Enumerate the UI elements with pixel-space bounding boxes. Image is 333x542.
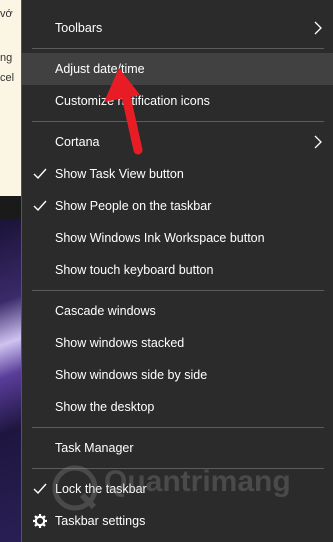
menu-item-show-windows-side-by-side[interactable]: Show windows side by side <box>22 359 333 391</box>
menu-item-task-manager[interactable]: Task Manager <box>22 432 333 464</box>
chevron-right-icon <box>314 135 322 149</box>
menu-item-customize-notification-icons[interactable]: Customize notification icons <box>22 85 333 117</box>
background-text-line: ng <box>0 52 13 64</box>
menu-item-show-task-view-button[interactable]: Show Task View button <box>22 158 333 190</box>
menu-separator <box>32 290 324 291</box>
menu-item-show-windows-stacked[interactable]: Show windows stacked <box>22 327 333 359</box>
menu-item-label: Adjust date/time <box>55 62 145 76</box>
checkmark-icon <box>33 200 47 212</box>
menu-item-show-people-on-taskbar[interactable]: Show People on the taskbar <box>22 190 333 222</box>
menu-item-cortana[interactable]: Cortana <box>22 126 333 158</box>
background-text-line: vớ <box>0 8 13 20</box>
menu-item-label: Lock the taskbar <box>55 482 147 496</box>
menu-item-show-touch-keyboard-button[interactable]: Show touch keyboard button <box>22 254 333 286</box>
menu-item-cascade-windows[interactable]: Cascade windows <box>22 295 333 327</box>
menu-item-label: Show windows side by side <box>55 368 208 382</box>
background-text-line: cel <box>0 72 15 84</box>
menu-item-show-windows-ink-workspace-button[interactable]: Show Windows Ink Workspace button <box>22 222 333 254</box>
menu-item-label: Show People on the taskbar <box>55 199 212 213</box>
checkmark-icon <box>33 168 47 180</box>
menu-separator <box>32 48 324 49</box>
menu-item-label: Taskbar settings <box>55 514 146 528</box>
menu-item-label: Show touch keyboard button <box>55 263 214 277</box>
menu-item-adjust-date-time[interactable]: Adjust date/time <box>22 53 333 85</box>
menu-item-label: Show Windows Ink Workspace button <box>55 231 265 245</box>
menu-item-label: Show the desktop <box>55 400 155 414</box>
menu-item-label: Toolbars <box>55 21 103 35</box>
screenshot-stage: vớ ng cel Toolbars Adjust date/time Cust… <box>0 0 333 542</box>
taskbar-context-menu: Toolbars Adjust date/time Customize noti… <box>21 0 333 542</box>
menu-item-taskbar-settings[interactable]: Taskbar settings <box>22 505 333 537</box>
menu-item-label: Cascade windows <box>55 304 156 318</box>
menu-item-label: Show windows stacked <box>55 336 185 350</box>
menu-item-lock-the-taskbar[interactable]: Lock the taskbar <box>22 473 333 505</box>
menu-separator <box>32 427 324 428</box>
menu-item-label: Cortana <box>55 135 100 149</box>
chevron-right-icon <box>314 21 322 35</box>
checkmark-icon <box>33 483 47 495</box>
menu-separator <box>32 468 324 469</box>
menu-item-show-the-desktop[interactable]: Show the desktop <box>22 391 333 423</box>
menu-item-toolbars[interactable]: Toolbars <box>22 12 333 44</box>
menu-item-label: Task Manager <box>55 441 134 455</box>
menu-item-label: Show Task View button <box>55 167 184 181</box>
menu-item-label: Customize notification icons <box>55 94 210 108</box>
menu-separator <box>32 121 324 122</box>
gear-icon <box>33 514 47 528</box>
